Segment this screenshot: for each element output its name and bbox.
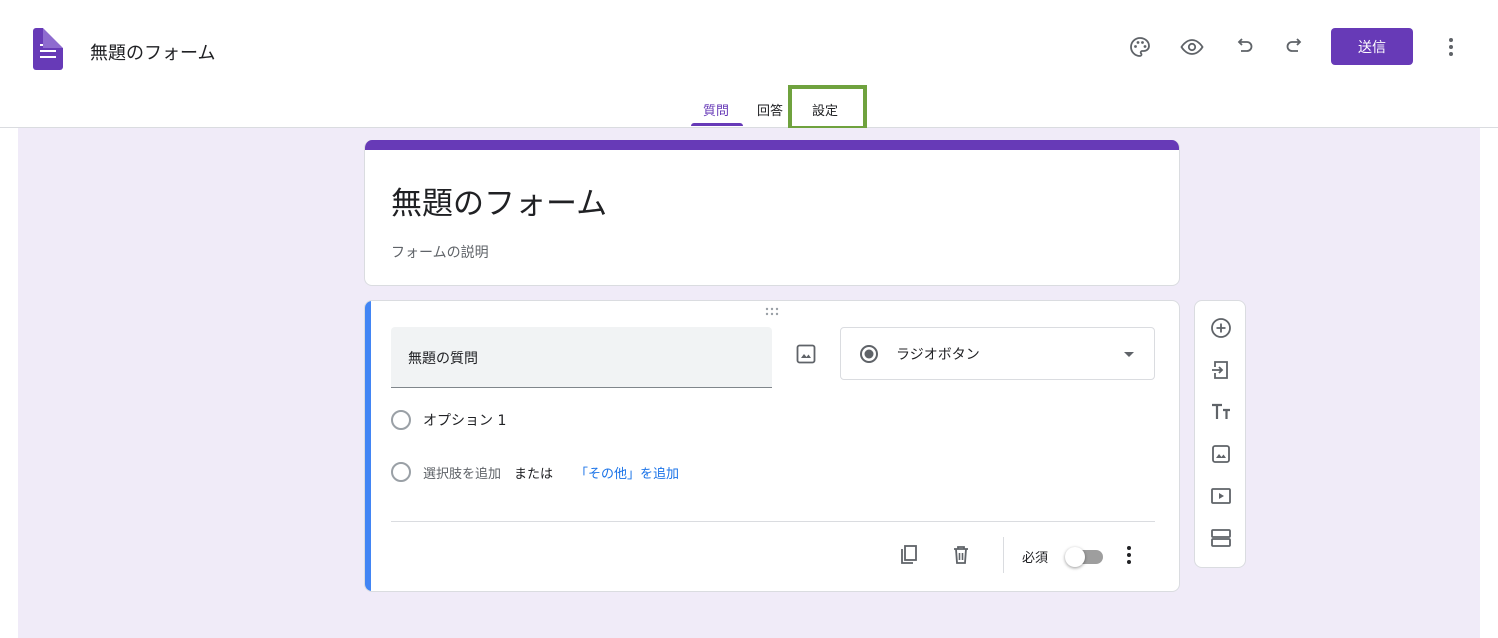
send-button[interactable]: 送信	[1331, 28, 1413, 65]
add-option-radio-icon	[391, 462, 411, 482]
duplicate-icon[interactable]	[897, 543, 921, 567]
question-type-label: ラジオボタン	[896, 347, 980, 363]
question-title-input[interactable]: 無題の質問	[391, 327, 772, 388]
form-title[interactable]: 無題のフォーム	[391, 178, 607, 223]
theme-strip	[365, 140, 1179, 150]
tab-bar: 質問 回答 設定	[0, 92, 1498, 128]
add-image-icon[interactable]	[795, 343, 817, 365]
undo-icon[interactable]	[1230, 33, 1258, 61]
question-title-text: 無題の質問	[408, 351, 478, 367]
active-card-indicator	[365, 301, 371, 591]
tab-questions[interactable]: 質問	[703, 100, 729, 119]
more-vert-icon[interactable]	[1437, 33, 1465, 61]
side-toolbar	[1194, 300, 1246, 568]
question-more-icon[interactable]	[1119, 543, 1139, 567]
tab-responses[interactable]: 回答	[757, 100, 783, 119]
redo-icon[interactable]	[1281, 33, 1309, 61]
form-description-field[interactable]: フォームの説明	[391, 242, 489, 262]
delete-icon[interactable]	[949, 543, 973, 567]
question-card: 無題の質問 ラジオボタン オプション 1 選択肢を追加 または 「その他」を追加…	[364, 300, 1180, 592]
option-radio-icon	[391, 410, 411, 430]
add-option-button[interactable]: 選択肢を追加	[423, 463, 501, 482]
card-divider	[391, 521, 1155, 522]
required-toggle[interactable]	[1065, 547, 1103, 567]
title-text-icon[interactable]	[1207, 398, 1235, 426]
active-tab-indicator	[691, 123, 743, 126]
chevron-down-icon	[1124, 352, 1134, 357]
import-questions-icon[interactable]	[1207, 356, 1235, 384]
document-title[interactable]: 無題のフォーム	[90, 39, 215, 65]
required-label: 必須	[1022, 551, 1049, 566]
add-section-icon[interactable]	[1207, 524, 1235, 552]
forms-logo-icon[interactable]	[33, 28, 63, 70]
radio-button-icon	[859, 344, 879, 368]
eye-icon[interactable]	[1178, 33, 1206, 61]
top-bar: 無題のフォーム 送信 質問 回答 設定	[0, 0, 1498, 128]
footer-separator	[1003, 537, 1004, 573]
drag-handle-icon[interactable]	[765, 307, 781, 316]
settings-tab-highlight	[788, 85, 867, 130]
palette-icon[interactable]	[1126, 33, 1154, 61]
add-question-icon[interactable]	[1207, 314, 1235, 342]
or-text: または	[514, 467, 554, 482]
add-other-button[interactable]: 「その他」を追加	[575, 463, 679, 482]
add-video-icon[interactable]	[1207, 482, 1235, 510]
question-type-dropdown[interactable]: ラジオボタン	[840, 327, 1155, 380]
form-title-card: 無題のフォーム フォームの説明	[364, 140, 1180, 286]
option-label[interactable]: オプション 1	[423, 410, 506, 430]
add-image-icon[interactable]	[1207, 440, 1235, 468]
